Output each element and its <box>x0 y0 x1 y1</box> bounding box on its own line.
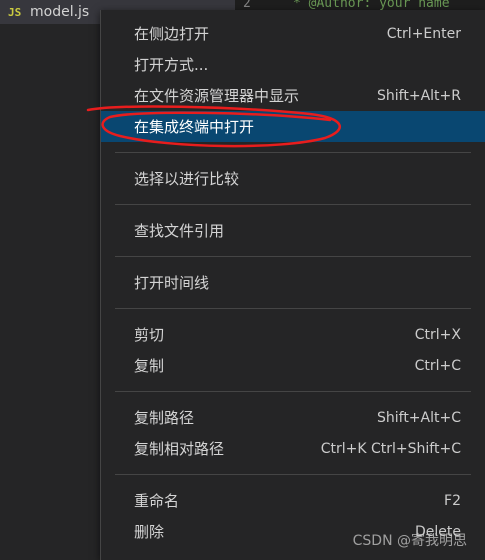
menu-item-label: 重命名 <box>134 492 180 510</box>
menu-item[interactable]: 打开方式... <box>101 49 485 80</box>
menu-item[interactable]: 重命名 F2 <box>101 485 485 516</box>
menu-item-shortcut: Ctrl+C <box>414 357 461 374</box>
menu-item-label: 在集成终端中打开 <box>134 118 255 136</box>
menu-item[interactable]: 剪切 Ctrl+X <box>101 319 485 350</box>
menu-separator <box>115 474 471 475</box>
menu-item-label: 在侧边打开 <box>134 25 210 43</box>
menu-item-shortcut: F2 <box>444 492 461 509</box>
js-file-icon: JS <box>8 5 22 19</box>
menu-item-label: 复制路径 <box>134 409 195 427</box>
menu-item-label: 选择以进行比较 <box>134 170 240 188</box>
menu-item[interactable]: 打开时间线 <box>101 267 485 298</box>
menu-separator <box>115 256 471 257</box>
menu-item-label: 查找文件引用 <box>134 222 225 240</box>
menu-item[interactable]: 在文件资源管理器中显示 Shift+Alt+R <box>101 80 485 111</box>
menu-separator <box>115 204 471 205</box>
menu-item-label: 删除 <box>134 523 165 541</box>
menu-separator <box>115 391 471 392</box>
context-menu: 在侧边打开 Ctrl+Enter 打开方式... 在文件资源管理器中显示 Shift+A… <box>100 10 485 560</box>
menu-item[interactable]: 复制路径 Shift+Alt+C <box>101 402 485 433</box>
file-name-label: model.js <box>30 4 90 20</box>
menu-item-label: 复制 <box>134 357 165 375</box>
menu-item-shortcut: Ctrl+X <box>414 326 461 343</box>
menu-item-shortcut: Shift+Alt+R <box>377 87 461 104</box>
menu-item-label: 在文件资源管理器中显示 <box>134 87 300 105</box>
menu-item[interactable]: 在侧边打开 Ctrl+Enter <box>101 18 485 49</box>
menu-separator <box>115 308 471 309</box>
menu-item[interactable]: 选择以进行比较 <box>101 163 485 194</box>
menu-item-label: 打开时间线 <box>134 274 210 292</box>
watermark: CSDN @寄我明思 <box>352 533 467 549</box>
menu-item-shortcut: Ctrl+Enter <box>386 25 461 42</box>
menu-item[interactable]: 在集成终端中打开 <box>101 111 485 142</box>
menu-item[interactable]: 复制 Ctrl+C <box>101 350 485 381</box>
menu-item[interactable]: 复制相对路径 Ctrl+K Ctrl+Shift+C <box>101 433 485 464</box>
menu-separator <box>115 152 471 153</box>
menu-item[interactable]: 查找文件引用 <box>101 215 485 246</box>
menu-item-shortcut: Ctrl+K Ctrl+Shift+C <box>320 440 461 457</box>
menu-item-shortcut: Shift+Alt+C <box>376 409 461 426</box>
menu-item-label: 打开方式... <box>134 56 209 74</box>
menu-item-label: 复制相对路径 <box>134 440 225 458</box>
menu-item-label: 剪切 <box>134 326 165 344</box>
